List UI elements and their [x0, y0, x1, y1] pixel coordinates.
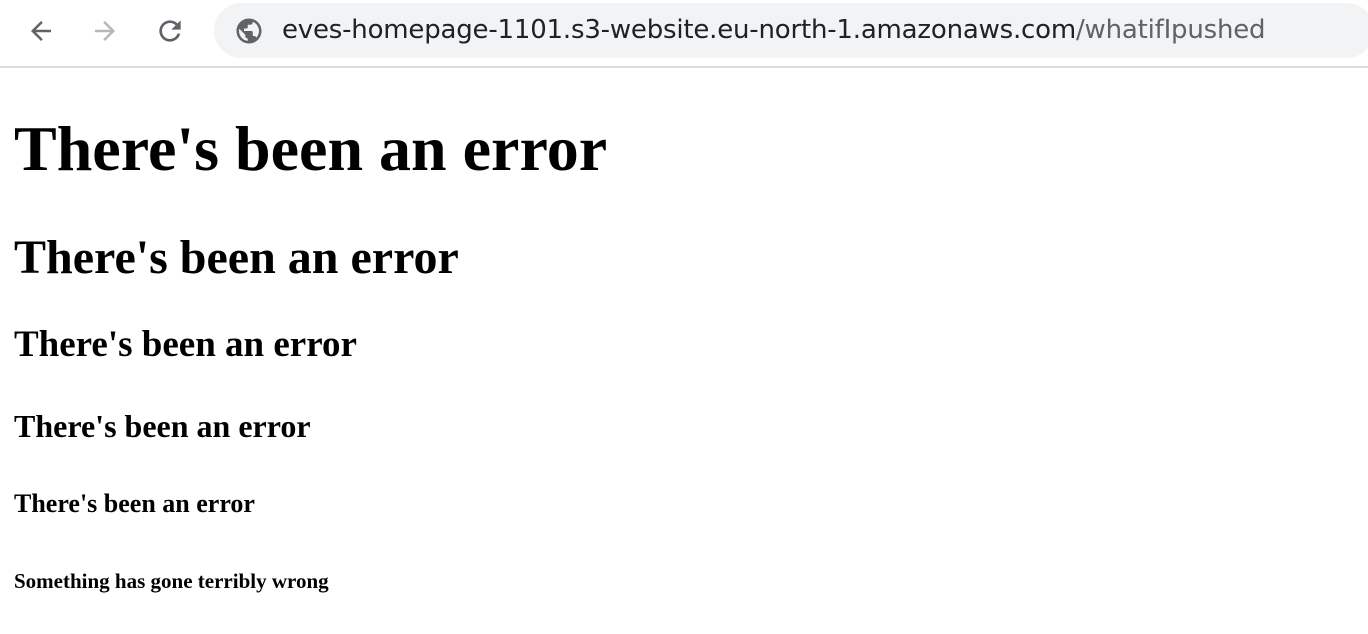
url-text[interactable]: eves-homepage-1101.s3-website.eu-north-1… — [282, 3, 1266, 58]
globe-icon — [236, 18, 262, 44]
page-content: There's been an error There's been an er… — [0, 68, 1368, 634]
reload-button[interactable] — [148, 9, 192, 53]
forward-button[interactable] — [83, 9, 127, 53]
arrow-left-icon — [31, 21, 51, 41]
site-info-button[interactable] — [233, 15, 265, 47]
url-host: eves-homepage-1101.s3-website.eu-north-1… — [282, 15, 1076, 45]
heading-3: There's been an error — [14, 324, 357, 365]
heading-1: There's been an error — [14, 113, 608, 184]
reload-icon — [159, 20, 181, 42]
browser-toolbar: eves-homepage-1101.s3-website.eu-north-1… — [0, 0, 1368, 68]
heading-4: There's been an error — [14, 408, 311, 444]
arrow-right-icon — [95, 21, 115, 41]
heading-6: Something has gone terribly wrong — [14, 569, 329, 593]
heading-5: There's been an error — [14, 489, 255, 518]
address-bar[interactable]: eves-homepage-1101.s3-website.eu-north-1… — [214, 3, 1368, 58]
url-path: /whatifIpushed — [1075, 15, 1266, 45]
heading-2: There's been an error — [14, 231, 459, 284]
back-button[interactable] — [19, 9, 63, 53]
